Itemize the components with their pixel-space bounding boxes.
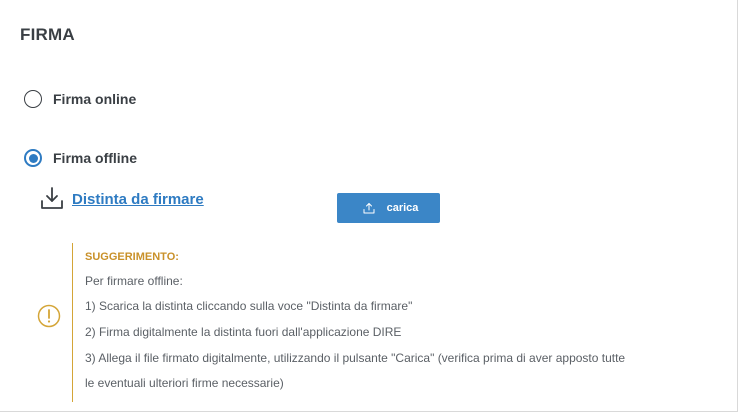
download-icon[interactable] <box>40 186 64 212</box>
suggestion-step-1: 1) Scarica la distinta cliccando sulla v… <box>85 299 413 313</box>
warning-circle-icon <box>37 304 61 328</box>
section-title: FIRMA <box>20 25 75 44</box>
suggestion-box: SUGGERIMENTO: Per firmare offline: 1) Sc… <box>72 243 732 402</box>
firma-panel: FIRMA Firma online Firma offline Distint… <box>0 0 738 412</box>
upload-icon <box>363 203 375 214</box>
distinta-da-firmare-link[interactable]: Distinta da firmare <box>72 191 204 208</box>
carica-button-label: carica <box>386 202 419 214</box>
radio-label-online: Firma online <box>53 91 137 107</box>
radio-button-unchecked[interactable] <box>24 90 42 108</box>
suggestion-step-3: 3) Allega il file firmato digitalmente, … <box>85 351 626 365</box>
suggestion-step-3-continued: le eventuali ulteriori firme necessarie) <box>85 376 284 390</box>
radio-label-offline: Firma offline <box>53 150 138 166</box>
suggestion-step-2: 2) Firma digitalmente la distinta fuori … <box>85 325 402 339</box>
radio-firma-offline[interactable]: Firma offline <box>24 146 137 170</box>
suggestion-intro: Per firmare offline: <box>85 274 183 288</box>
radio-firma-online[interactable]: Firma online <box>24 87 136 111</box>
radio-button-checked[interactable] <box>24 149 42 167</box>
suggestion-title: SUGGERIMENTO: <box>85 251 179 263</box>
download-row: Distinta da firmare <box>40 186 204 212</box>
carica-button[interactable]: carica <box>337 193 440 223</box>
